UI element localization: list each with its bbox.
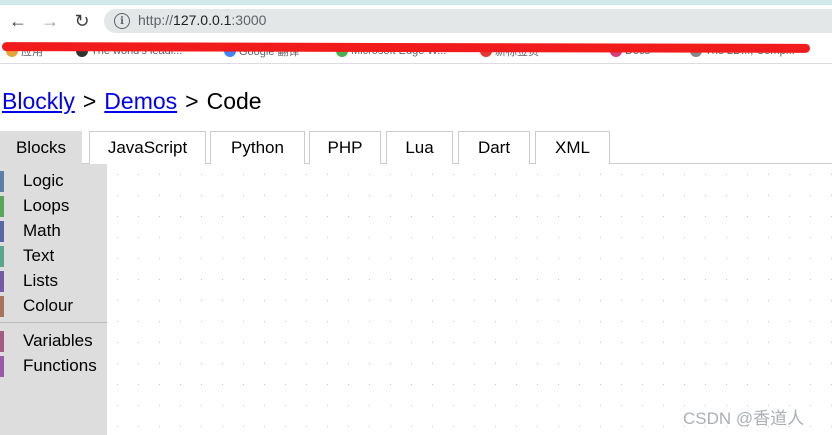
category-label: Lists — [23, 271, 58, 290]
tab-blocks[interactable]: Blocks — [0, 131, 82, 164]
url-text[interactable]: http://127.0.0.1:3000 — [138, 12, 266, 28]
workspace-grid[interactable] — [107, 164, 832, 435]
forward-arrow-icon[interactable]: → — [38, 9, 62, 33]
category-label: Colour — [23, 296, 74, 315]
tab-xml[interactable]: XML — [535, 131, 610, 164]
category-label: Functions — [23, 356, 97, 375]
category-color-bar — [0, 195, 4, 217]
category-color-bar — [0, 355, 4, 377]
category-label: Loops — [23, 196, 70, 215]
page-title: Code — [206, 88, 262, 114]
breadcrumb-separator: > — [82, 88, 97, 114]
toolbox-category-logic[interactable]: Logic — [0, 170, 107, 192]
toolbox-category-math[interactable]: Math — [0, 220, 107, 242]
tab-bar: Blocks JavaScript Python PHP Lua Dart XM… — [0, 130, 832, 164]
category-label: Logic — [23, 171, 64, 190]
toolbox-category-text[interactable]: Text — [0, 245, 107, 267]
watermark-text: CSDN @香道人 — [683, 409, 805, 428]
browser-toolbar: ← → ↻ i http://127.0.0.1:3000 — [0, 5, 832, 37]
breadcrumb-separator: > — [185, 88, 199, 114]
url-host: 127.0.0.1 — [173, 12, 232, 28]
category-color-bar — [0, 295, 4, 317]
toolbox-category-functions[interactable]: Functions — [0, 355, 107, 377]
tab-php[interactable]: PHP — [309, 131, 381, 164]
toolbox-category-lists[interactable]: Lists — [0, 270, 107, 292]
tab-dart[interactable]: Dart — [458, 131, 530, 164]
tab-python[interactable]: Python — [210, 131, 305, 164]
category-label: Text — [23, 246, 55, 265]
category-label: Variables — [23, 331, 93, 350]
site-info-icon[interactable]: i — [114, 13, 130, 29]
category-color-bar — [0, 270, 4, 292]
category-color-bar — [0, 170, 4, 192]
tab-javascript[interactable]: JavaScript — [89, 131, 206, 164]
tab-lua[interactable]: Lua — [386, 131, 453, 164]
category-color-bar — [0, 330, 4, 352]
back-arrow-icon[interactable]: ← — [6, 9, 30, 33]
breadcrumb-link-blockly[interactable]: Blockly — [2, 88, 75, 114]
breadcrumb: Blockly > Demos > Code — [2, 88, 262, 115]
reload-icon[interactable]: ↻ — [70, 9, 94, 33]
url-port: :3000 — [231, 12, 267, 28]
blockly-workspace: Logic Loops Math Text Lists Colour Varia… — [0, 164, 832, 435]
category-color-bar — [0, 220, 4, 242]
address-bar[interactable]: i http://127.0.0.1:3000 — [104, 9, 832, 33]
toolbox: Logic Loops Math Text Lists Colour Varia… — [0, 164, 107, 435]
toolbox-separator — [0, 322, 107, 323]
category-color-bar — [0, 245, 4, 267]
category-label: Math — [23, 221, 61, 240]
toolbox-category-loops[interactable]: Loops — [0, 195, 107, 217]
url-scheme: http:// — [138, 12, 174, 28]
breadcrumb-link-demos[interactable]: Demos — [104, 88, 177, 114]
redaction-scribble — [1, 42, 811, 53]
toolbox-category-colour[interactable]: Colour — [0, 295, 107, 317]
toolbox-category-variables[interactable]: Variables — [0, 330, 107, 352]
